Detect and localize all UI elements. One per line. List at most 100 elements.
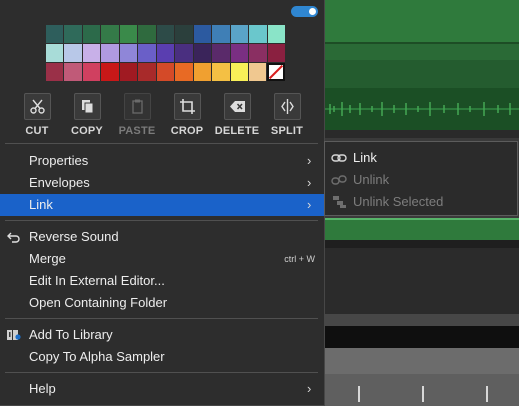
color-swatch[interactable] (138, 63, 156, 81)
menu-item-reverse-sound[interactable]: Reverse Sound (0, 226, 325, 248)
color-swatch[interactable] (64, 44, 82, 62)
color-swatch[interactable] (119, 25, 138, 43)
color-swatch[interactable] (101, 63, 119, 81)
menu-item-label: Copy To Alpha Sampler (29, 349, 165, 364)
split-icon[interactable] (274, 93, 301, 120)
track-gap (320, 130, 519, 138)
no-color-swatch[interactable] (267, 63, 286, 81)
menu-item-envelopes[interactable]: Envelopes › (0, 172, 325, 194)
menu-item-label: Help (29, 381, 56, 396)
color-swatch[interactable] (46, 25, 64, 43)
track-gap-2 (320, 240, 519, 248)
color-swatch[interactable] (249, 44, 267, 62)
crop-icon[interactable] (174, 93, 201, 120)
menu-item-open-folder[interactable]: Open Containing Folder (0, 292, 325, 314)
color-swatch[interactable] (175, 44, 193, 62)
color-toggle-switch[interactable] (291, 6, 318, 17)
menu-item-link[interactable]: Link › (0, 194, 325, 216)
swatch-row (46, 44, 286, 62)
menu-item-copy-alpha-sampler[interactable]: Copy To Alpha Sampler (0, 346, 325, 368)
split-tool[interactable]: SPLIT (262, 93, 312, 141)
submenu-item-unlink[interactable]: Unlink (325, 169, 517, 191)
color-swatch[interactable] (230, 44, 249, 62)
swatch-row (46, 25, 286, 43)
unlink-chain-icon (331, 175, 347, 185)
color-swatch[interactable] (138, 25, 156, 43)
submenu-item-label: Link (353, 150, 377, 165)
color-swatch[interactable] (193, 25, 212, 43)
clip-gray-2[interactable] (320, 348, 519, 374)
color-swatch[interactable] (119, 44, 138, 62)
color-swatch[interactable] (101, 25, 119, 43)
chevron-right-icon: › (307, 175, 312, 190)
menu-divider (5, 318, 318, 319)
color-swatch[interactable] (267, 25, 286, 43)
delete-label: DELETE (214, 125, 260, 137)
color-swatch[interactable] (156, 63, 175, 81)
color-swatch[interactable] (156, 44, 175, 62)
color-swatch[interactable] (64, 63, 82, 81)
split-label: SPLIT (270, 125, 304, 137)
audio-clip-green-4[interactable] (320, 218, 519, 240)
unlink-selected-icon (333, 196, 346, 208)
color-swatch[interactable] (82, 63, 101, 81)
keyboard-shortcut: ctrl + W (284, 254, 315, 264)
copy-label: COPY (71, 125, 103, 137)
color-swatch[interactable] (156, 25, 175, 43)
note-marker (486, 386, 488, 402)
delete-tool[interactable]: DELETE (212, 93, 262, 141)
edit-toolbar: CUT COPY PASTE CROP DELETE SPLIT (12, 93, 314, 141)
color-swatch[interactable] (212, 63, 230, 81)
cut-label: CUT (25, 125, 49, 137)
crop-tool[interactable]: CROP (162, 93, 212, 141)
color-swatch[interactable] (175, 63, 193, 81)
color-swatch[interactable] (82, 44, 101, 62)
color-swatch[interactable] (230, 25, 249, 43)
menu-item-add-library[interactable]: Add To Library (0, 324, 325, 346)
color-swatch[interactable] (212, 25, 230, 43)
color-swatch[interactable] (193, 63, 212, 81)
color-swatch[interactable] (46, 44, 64, 62)
color-swatch[interactable] (82, 25, 101, 43)
note-marker (422, 386, 424, 402)
copy-icon[interactable] (74, 93, 101, 120)
audio-clip-green-1[interactable] (320, 0, 519, 44)
menu-item-edit-external[interactable]: Edit In External Editor... (0, 270, 325, 292)
audio-clip-green-3[interactable] (320, 60, 519, 88)
color-swatch[interactable] (175, 25, 193, 43)
audio-clip-waveform[interactable] (320, 88, 519, 130)
paste-tool[interactable]: PASTE (112, 93, 162, 141)
cut-tool[interactable]: CUT (12, 93, 62, 141)
menu-item-merge[interactable]: Merge ctrl + W (0, 248, 325, 270)
color-swatch[interactable] (230, 63, 248, 81)
chevron-right-icon: › (307, 153, 312, 168)
color-swatch[interactable] (101, 44, 119, 62)
backspace-icon[interactable] (224, 93, 251, 120)
color-swatch[interactable] (248, 63, 267, 81)
menu-item-help[interactable]: Help › (0, 378, 325, 400)
scissors-icon[interactable] (24, 93, 51, 120)
submenu-item-unlink-selected[interactable]: Unlink Selected (325, 191, 517, 213)
color-swatch[interactable] (193, 44, 212, 62)
clip-gray-1[interactable] (320, 314, 519, 326)
copy-tool[interactable]: COPY (62, 93, 112, 141)
color-swatch[interactable] (212, 44, 230, 62)
submenu-item-label: Unlink Selected (353, 194, 444, 209)
clip-gray-3[interactable] (320, 374, 519, 406)
paste-icon[interactable] (124, 93, 151, 120)
menu-item-label: Open Containing Folder (29, 295, 168, 310)
color-swatch[interactable] (267, 44, 286, 62)
color-swatch[interactable] (119, 63, 138, 81)
crop-label: CROP (170, 125, 204, 137)
color-swatch[interactable] (46, 63, 64, 81)
undo-arrow-icon (7, 232, 20, 243)
color-swatch[interactable] (64, 25, 82, 43)
menu-item-label: Link (29, 197, 53, 212)
clip-dark[interactable] (320, 326, 519, 348)
submenu-item-link[interactable]: Link (325, 147, 517, 169)
menu-item-properties[interactable]: Properties › (0, 150, 325, 172)
color-swatch[interactable] (249, 25, 267, 43)
chevron-right-icon: › (307, 381, 312, 396)
color-swatch[interactable] (138, 44, 156, 62)
menu-item-label: Add To Library (29, 327, 113, 342)
